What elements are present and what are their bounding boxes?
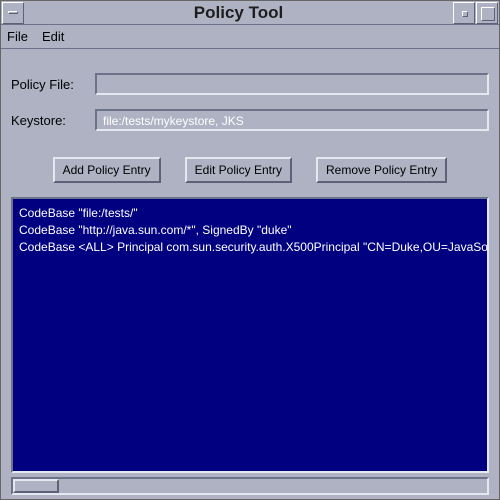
list-item[interactable]: CodeBase "http://java.sun.com/*", Signed… xyxy=(19,222,481,239)
policy-entries-list[interactable]: CodeBase "file:/tests/" CodeBase "http:/… xyxy=(11,197,489,473)
system-menu-button[interactable] xyxy=(2,2,24,24)
horizontal-scrollbar[interactable] xyxy=(11,477,489,495)
policy-tool-window: Policy Tool File Edit Policy File: Keyst… xyxy=(0,0,500,500)
content-area: Policy File: Keystore: file:/tests/mykey… xyxy=(1,49,499,499)
button-row: Add Policy Entry Edit Policy Entry Remov… xyxy=(11,157,489,183)
menu-file[interactable]: File xyxy=(7,29,28,44)
maximize-button[interactable] xyxy=(476,2,498,24)
list-item[interactable]: CodeBase "file:/tests/" xyxy=(19,205,481,222)
keystore-row: Keystore: file:/tests/mykeystore, JKS xyxy=(11,109,489,131)
menu-edit[interactable]: Edit xyxy=(42,29,64,44)
menubar: File Edit xyxy=(1,25,499,49)
titlebar: Policy Tool xyxy=(1,1,499,25)
window-title: Policy Tool xyxy=(24,3,453,23)
policy-file-row: Policy File: xyxy=(11,73,489,95)
policy-file-label: Policy File: xyxy=(11,77,95,92)
scrollbar-thumb[interactable] xyxy=(13,479,59,493)
keystore-input[interactable]: file:/tests/mykeystore, JKS xyxy=(95,109,489,131)
minimize-button[interactable] xyxy=(453,2,475,24)
edit-policy-entry-button[interactable]: Edit Policy Entry xyxy=(185,157,292,183)
add-policy-entry-button[interactable]: Add Policy Entry xyxy=(53,157,161,183)
keystore-label: Keystore: xyxy=(11,113,95,128)
dash-icon xyxy=(8,11,18,14)
policy-file-input[interactable] xyxy=(95,73,489,95)
list-item[interactable]: CodeBase <ALL> Principal com.sun.securit… xyxy=(19,239,481,256)
remove-policy-entry-button[interactable]: Remove Policy Entry xyxy=(316,157,447,183)
